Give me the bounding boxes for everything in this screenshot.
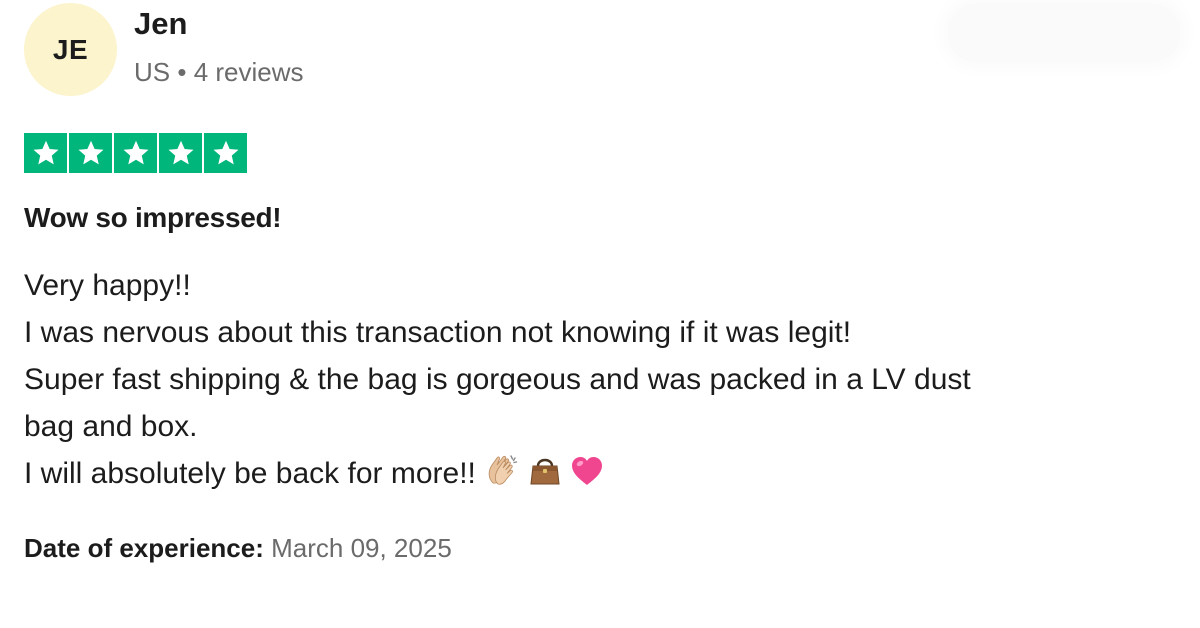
review-line: Super fast shipping & the bag is gorgeou…	[24, 363, 971, 396]
reviewer-review-count: 4 reviews	[193, 57, 304, 87]
star-icon	[24, 133, 67, 173]
star-icon	[69, 133, 112, 173]
review-line: bag and box.	[24, 410, 198, 443]
pink-heart-icon	[570, 454, 604, 501]
review-line: I was nervous about this transaction not…	[24, 316, 852, 349]
review-body: Very happy!! I was nervous about this tr…	[24, 262, 1174, 501]
reviewer-meta: US • 4 reviews	[134, 57, 304, 88]
avatar: JE	[24, 3, 117, 96]
date-label: Date of experience:	[24, 533, 264, 563]
review-title[interactable]: Wow so impressed!	[24, 202, 282, 234]
meta-separator: •	[177, 57, 187, 87]
review-line: I will absolutely be back for more!!	[24, 457, 476, 490]
star-rating	[24, 133, 247, 173]
avatar-initials: JE	[52, 33, 89, 65]
review-line: Very happy!!	[24, 269, 191, 302]
experience-date: March 09, 2025	[271, 533, 452, 563]
faded-action-button[interactable]	[948, 4, 1180, 62]
star-icon	[159, 133, 202, 173]
star-icon	[204, 133, 247, 173]
handbag-icon	[528, 453, 562, 501]
reviewer-country: US	[134, 57, 171, 87]
date-of-experience: Date of experience: March 09, 2025	[24, 533, 452, 564]
clapping-hands-icon	[484, 453, 520, 501]
review-last-line: I will absolutely be back for more!!	[24, 450, 1174, 501]
star-icon	[114, 133, 157, 173]
reviewer-name[interactable]: Jen	[134, 6, 187, 42]
